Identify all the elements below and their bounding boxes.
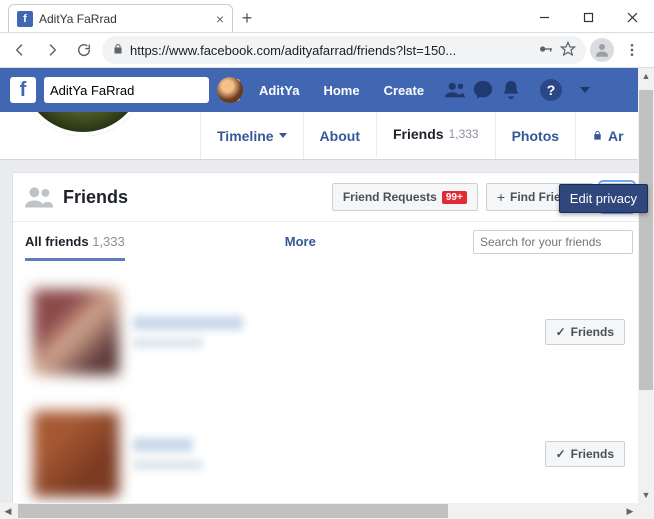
messenger-icon[interactable] [470,77,496,103]
friend-name[interactable] [133,438,193,452]
address-bar[interactable]: https://www.facebook.com/adityafarrad/fr… [102,36,586,64]
friend-name[interactable] [133,316,243,330]
friends-icon [25,185,53,209]
account-menu-caret-icon[interactable] [580,87,590,93]
browser-menu-icon[interactable] [620,38,644,62]
vertical-scrollbar[interactable]: ▲ ▼ [638,68,654,503]
help-icon[interactable]: ? [540,79,562,101]
friend-requests-button[interactable]: Friend Requests 99+ [332,183,478,211]
bookmark-star-icon[interactable] [560,41,576,60]
new-tab-button[interactable]: + [233,4,261,32]
horizontal-scroll-thumb[interactable] [18,504,448,518]
url-text: https://www.facebook.com/adityafarrad/fr… [130,43,532,58]
friend-list-item: ✓Friends [25,393,633,503]
friends-search-input[interactable] [473,230,633,254]
window-maximize-button[interactable] [566,2,610,32]
facebook-search-input[interactable] [50,83,226,98]
lock-icon [592,128,603,144]
friend-photo[interactable] [33,289,119,375]
chevron-down-icon [279,133,287,138]
friend-list-item: ✓Friends [25,271,633,393]
tab-about[interactable]: About [303,112,376,159]
friend-subtitle [133,338,203,348]
scroll-down-icon[interactable]: ▼ [638,487,654,503]
friend-photo[interactable] [33,411,119,497]
tab-photos[interactable]: Photos [495,112,575,159]
check-icon: ✓ [556,447,566,461]
tab-friends[interactable]: Friends1,333 [376,112,495,159]
scroll-left-icon[interactable]: ◀ [0,503,16,519]
forward-button[interactable] [38,36,66,64]
tab-timeline[interactable]: Timeline [200,112,303,159]
tab-title: AditYa FaRrad [39,12,210,26]
scroll-corner [638,503,654,519]
vertical-scroll-thumb[interactable] [639,90,653,390]
window-close-button[interactable] [610,2,654,32]
facebook-search[interactable] [44,77,209,103]
nav-create-link[interactable]: Create [376,83,432,98]
reload-button[interactable] [70,36,98,64]
facebook-favicon: f [17,11,33,27]
scroll-right-icon[interactable]: ▶ [622,503,638,519]
nav-profile-picture[interactable] [217,77,243,103]
friend-subtitle [133,460,203,470]
saved-password-icon[interactable] [538,41,554,60]
friends-heading: Friends [63,187,332,208]
profile-cover-photo[interactable] [18,112,148,136]
plus-icon: + [497,189,505,205]
nav-profile-name[interactable]: AditYa [251,83,307,98]
tab-archive[interactable]: Ar [575,112,640,159]
friend-requests-badge: 99+ [442,191,467,204]
scroll-up-icon[interactable]: ▲ [638,68,654,84]
more-tab[interactable]: More [285,234,316,249]
horizontal-scrollbar[interactable]: ◀ ▶ [0,503,638,519]
edit-privacy-tooltip[interactable]: Edit privacy [559,184,648,213]
notifications-icon[interactable] [498,77,524,103]
browser-tab[interactable]: f AditYa FaRrad × [8,4,233,32]
all-friends-tab[interactable]: All friends 1,333 [25,222,125,261]
user-avatar-icon[interactable] [590,38,614,62]
friend-status-button[interactable]: ✓Friends [545,319,625,345]
window-minimize-button[interactable] [522,2,566,32]
facebook-logo[interactable]: f [10,77,36,103]
lock-icon [112,43,124,58]
back-button[interactable] [6,36,34,64]
friend-requests-icon[interactable] [442,77,468,103]
check-icon: ✓ [556,325,566,339]
tab-close-icon[interactable]: × [216,11,224,27]
nav-home-link[interactable]: Home [315,83,367,98]
friend-status-button[interactable]: ✓Friends [545,441,625,467]
